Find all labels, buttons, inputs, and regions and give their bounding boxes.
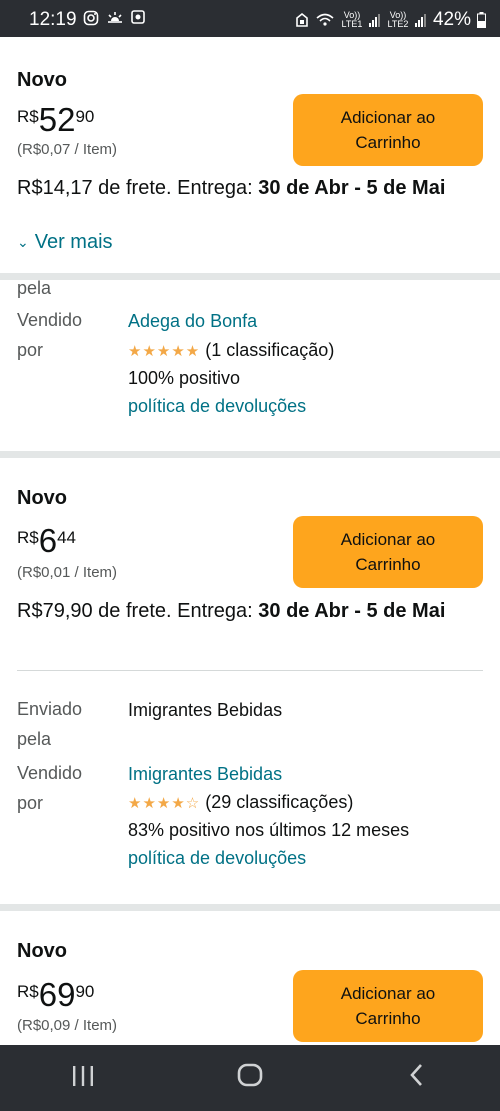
unit-price: (R$0,07 / Item) <box>17 141 118 158</box>
see-more-link[interactable]: ⌄ Ver mais <box>17 231 113 254</box>
price-whole: 6 <box>38 522 58 559</box>
system-nav-bar <box>0 1045 500 1111</box>
add-to-cart-label: Adicionar ao Carrinho <box>340 530 436 574</box>
shipping-cost: R$79,90 de frete. Entrega: <box>17 600 259 622</box>
battery-icon <box>477 12 486 28</box>
app-icon <box>131 10 145 24</box>
see-more-label: Ver mais <box>34 231 113 253</box>
seller-positive: 83% positivo nos últimos 12 meses <box>128 820 410 840</box>
sold-by-label: Vendido por <box>17 310 83 360</box>
shipped-by-label: Enviado pela <box>17 699 83 749</box>
add-to-cart-button[interactable]: Adicionar ao Carrinho <box>293 970 483 1042</box>
volte2-indicator: Vo)) LTE2 <box>387 10 409 29</box>
section-divider <box>0 904 500 911</box>
offer-condition: Novo <box>17 69 67 91</box>
sold-by-label: Vendido por <box>17 763 83 813</box>
price-whole: 52 <box>38 101 76 138</box>
weather-icon <box>108 12 122 23</box>
shipped-by-label: pela <box>17 278 52 298</box>
seller-rating: ★★★★☆ (29 classificações) <box>128 788 353 818</box>
offer-price: R$ 69 90 <box>17 978 94 1011</box>
recents-button[interactable] <box>53 1062 113 1094</box>
offer-condition: Novo <box>17 487 67 509</box>
home-icon <box>237 1063 263 1087</box>
offer-card: Novo R$ 6 44 (R$0,01 / Item) Adicionar a… <box>0 458 500 908</box>
wifi-icon <box>316 13 334 26</box>
volte1-indicator: Vo)) LTE1 <box>341 10 363 29</box>
system-icons: Vo)) LTE1 Vo)) LTE2 42% <box>295 9 486 31</box>
battery-percent: 42% <box>432 9 471 30</box>
shipping-info: R$14,17 de frete. Entrega: 30 de Abr - 5… <box>17 174 487 202</box>
delivery-dates: 30 de Abr - 5 de Mai <box>258 177 446 199</box>
signal2-icon <box>414 14 426 27</box>
chevron-down-icon: ⌄ <box>17 234 29 250</box>
seller-rating: ★★★★★ (1 classificação) <box>128 336 334 366</box>
instagram-icon <box>83 10 99 26</box>
unit-price: (R$0,01 / Item) <box>17 564 118 581</box>
rating-stars-icon: ★★★★★ <box>128 343 201 360</box>
add-to-cart-button[interactable]: Adicionar ao Carrinho <box>293 516 483 588</box>
shipped-by-value: Imigrantes Bebidas <box>128 700 283 720</box>
offer-card: Novo R$ 52 90 (R$0,07 / Item) Adicionar … <box>0 37 500 277</box>
returns-policy-link[interactable]: política de devoluções <box>128 844 306 872</box>
offer-condition: Novo <box>17 940 67 962</box>
row-divider <box>17 670 483 671</box>
seller-positive: 100% positivo <box>128 368 241 388</box>
offer-price: R$ 6 44 <box>17 524 76 557</box>
offer-card: Novo R$ 69 90 (R$0,09 / Item) Adicionar … <box>0 911 500 1045</box>
signal1-icon <box>368 14 380 27</box>
notification-icons <box>83 10 145 26</box>
seller-link[interactable]: Adega do Bonfa <box>128 307 257 335</box>
price-whole: 69 <box>38 976 76 1013</box>
home-button[interactable] <box>220 1062 280 1094</box>
price-currency: R$ <box>17 107 39 126</box>
recents-icon <box>73 1066 94 1086</box>
delivery-dates: 30 de Abr - 5 de Mai <box>258 600 446 622</box>
rating-count: (29 classificações) <box>205 792 354 812</box>
seller-link[interactable]: Imigrantes Bebidas <box>128 760 282 788</box>
add-to-cart-button[interactable]: Adicionar ao Carrinho <box>293 94 483 166</box>
price-cents: 90 <box>75 982 95 1001</box>
returns-policy-link[interactable]: política de devoluções <box>128 392 306 420</box>
add-to-cart-label: Adicionar ao Carrinho <box>340 984 436 1028</box>
add-to-cart-label: Adicionar ao Carrinho <box>340 108 436 152</box>
price-cents: 44 <box>57 528 77 547</box>
section-divider <box>0 451 500 458</box>
back-icon <box>409 1064 422 1086</box>
unit-price: (R$0,09 / Item) <box>17 1017 118 1034</box>
price-currency: R$ <box>17 982 39 1001</box>
back-button[interactable] <box>387 1062 447 1094</box>
offers-list: Novo R$ 52 90 (R$0,07 / Item) Adicionar … <box>0 37 500 1045</box>
rating-stars-icon: ★★★★☆ <box>128 795 201 812</box>
shipping-cost: R$14,17 de frete. Entrega: <box>17 177 259 199</box>
rating-count: (1 classificação) <box>205 340 335 360</box>
section-divider <box>0 273 500 280</box>
offer-price: R$ 52 90 <box>17 103 94 136</box>
seller-details: pela Vendido por Adega do Bonfa ★★★★★ (1… <box>0 278 500 450</box>
shipping-info: R$79,90 de frete. Entrega: 30 de Abr - 5… <box>17 597 487 625</box>
alarm-icon <box>296 12 308 27</box>
price-currency: R$ <box>17 528 39 547</box>
price-cents: 90 <box>75 107 95 126</box>
status-bar: 12:19 Vo)) LTE1 Vo)) LTE2 42% <box>0 0 500 37</box>
clock: 12:19 <box>29 9 77 30</box>
